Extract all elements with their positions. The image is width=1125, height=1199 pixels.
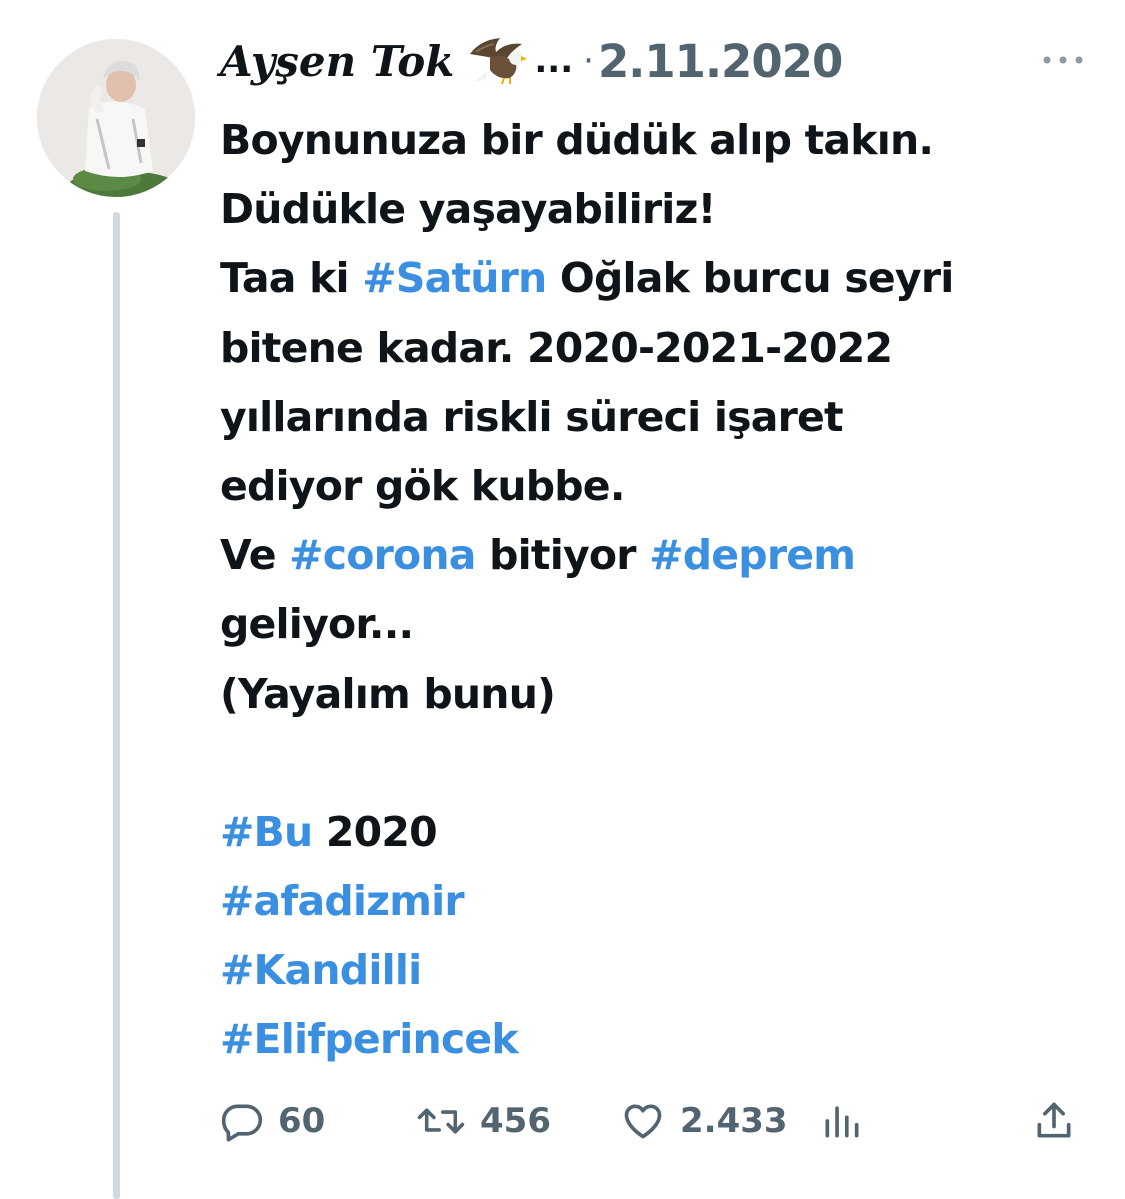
- tweet-text-line: yıllarında riskli süreci işaret: [220, 383, 1100, 452]
- like-count: 2.433: [680, 1101, 788, 1141]
- reply-count: 60: [278, 1101, 326, 1141]
- more-icon[interactable]: [1040, 50, 1086, 70]
- tweet-text-line: ediyor gök kubbe.: [220, 452, 1100, 521]
- author-name[interactable]: Ayşen Tok: [220, 37, 454, 86]
- hashtag-link[interactable]: #Satürn: [362, 254, 547, 302]
- header-separator: ·: [583, 41, 594, 81]
- tweet-text-segment: geliyor...: [220, 600, 414, 649]
- tweet-text-segment: ediyor gök kubbe.: [220, 461, 625, 510]
- share-button[interactable]: [1032, 1094, 1076, 1148]
- tweet-text: Boynunuza bir düdük alıp takın. Düdükle y…: [220, 106, 1100, 1075]
- tweet-text-line: #Elifperincek: [220, 1005, 1100, 1074]
- avatar-photo: [37, 39, 195, 197]
- tweet-date[interactable]: 2.11.2020: [598, 35, 843, 88]
- retweet-count: 456: [480, 1101, 551, 1141]
- hashtag-link[interactable]: #Kandilli: [220, 946, 422, 994]
- tweet-text-segment: Ve: [220, 531, 290, 580]
- hashtag-link[interactable]: #Bu: [220, 808, 313, 856]
- reply-button[interactable]: 60: [220, 1094, 325, 1148]
- retweet-button[interactable]: 456: [416, 1094, 551, 1148]
- tweet-text-segment: bitene kadar. 2020-2021-2022: [220, 323, 893, 372]
- analytics-icon: [825, 1106, 859, 1138]
- hashtag-link[interactable]: #afadizmir: [220, 877, 465, 925]
- tweet-text-segment: Taa ki: [220, 254, 363, 303]
- tweet-text-line: bitene kadar. 2020-2021-2022: [220, 314, 1100, 383]
- tweet-text-line: #Kandilli: [220, 936, 1100, 1005]
- hashtag-link[interactable]: #corona: [289, 531, 476, 579]
- tweet-header: Ayşen Tok ... · 2.11.2020: [220, 30, 843, 92]
- like-button[interactable]: 2.433: [620, 1094, 788, 1148]
- share-icon: [1037, 1102, 1071, 1138]
- tweet-text-line: #afadizmir: [220, 867, 1100, 936]
- tweet-text-line: geliyor...: [220, 590, 1100, 659]
- tweet-text-segment: Düdükle yaşayabiliriz!: [220, 185, 716, 234]
- tweet-text-line: Taa ki #Satürn Oğlak burcu seyri: [220, 244, 1100, 313]
- tweet-actions: 60 456 2.433: [220, 1094, 1090, 1148]
- author-name-truncation: ...: [534, 41, 574, 81]
- tweet-text-segment: 2020: [312, 807, 438, 856]
- tweet-text-segment: Boynunuza bir düdük alıp takın.: [220, 116, 934, 164]
- heart-icon: [624, 1104, 662, 1139]
- hashtag-link[interactable]: #Elifperincek: [220, 1015, 519, 1063]
- tweet-text-line: [220, 729, 1100, 798]
- tweet-text-segment: (Yayalım bunu): [220, 669, 556, 718]
- thread-line: [113, 212, 120, 1199]
- eagle-emoji-icon: [470, 38, 528, 85]
- retweet-icon: [417, 1108, 465, 1134]
- tweet-text-line: Boynunuza bir düdük alıp takın.: [220, 106, 1100, 175]
- tweet-text-segment: Oğlak burcu seyri: [546, 254, 954, 303]
- tweet-text-segment: bitiyor: [475, 531, 650, 580]
- tweet-text-line: #Bu 2020: [220, 798, 1100, 867]
- tweet-text-line: (Yayalım bunu): [220, 660, 1100, 729]
- reply-icon: [221, 1104, 263, 1142]
- tweet-text-line: Düdükle yaşayabiliriz!: [220, 175, 1100, 244]
- hashtag-link[interactable]: #deprem: [649, 531, 856, 579]
- avatar[interactable]: [37, 39, 195, 197]
- tweet-text-segment: yıllarında riskli süreci işaret: [220, 392, 844, 441]
- analytics-button[interactable]: [820, 1094, 864, 1148]
- tweet-text-line: Ve #corona bitiyor #deprem: [220, 521, 1100, 590]
